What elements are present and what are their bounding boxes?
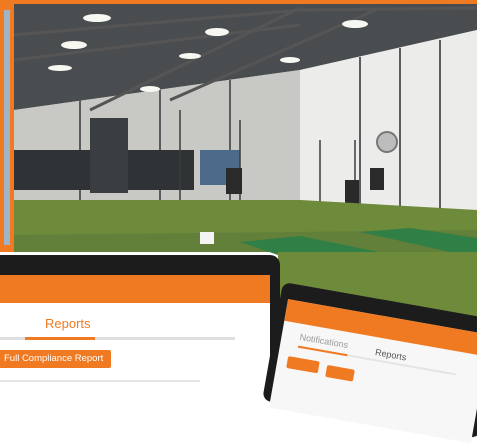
tab-reports[interactable]: Reports [45, 316, 91, 331]
full-compliance-report-button[interactable]: Full Compliance Report [0, 350, 112, 368]
tab-underline [0, 337, 235, 340]
right-device-screen: Notifications Reports [268, 299, 477, 444]
action-chip[interactable] [286, 356, 320, 374]
action-chip[interactable] [325, 364, 355, 382]
left-device-screen: Reports Full Compliance Report [0, 275, 270, 395]
list-divider [0, 380, 200, 382]
app-header-bar [0, 275, 270, 303]
